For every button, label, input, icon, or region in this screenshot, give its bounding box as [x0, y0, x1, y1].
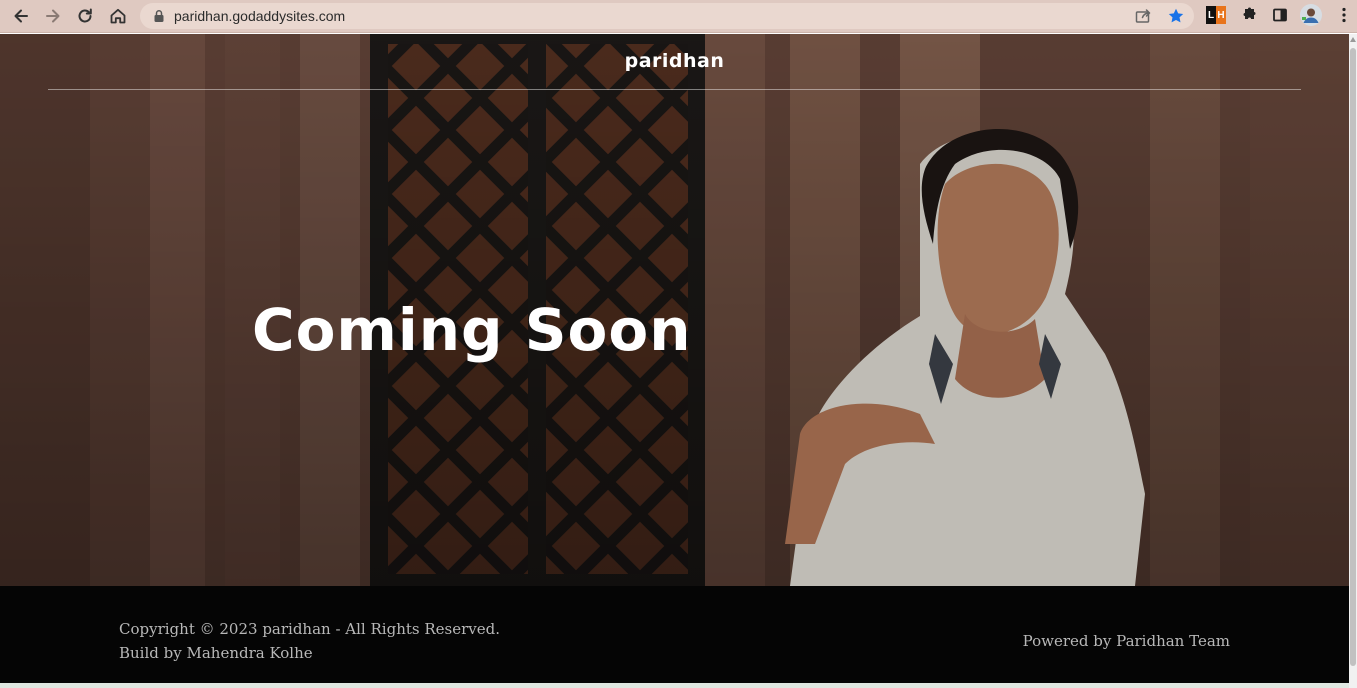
site-title[interactable]: paridhan: [0, 50, 1349, 72]
share-icon[interactable]: [1134, 7, 1152, 25]
kebab-menu-icon[interactable]: [1333, 4, 1355, 26]
bottom-edge: [0, 683, 1349, 688]
build-credit-text: Build by Mahendra Kolhe: [119, 644, 313, 662]
lock-icon[interactable]: [152, 9, 166, 23]
coming-soon-heading: Coming Soon: [252, 296, 692, 364]
page-scrollbar[interactable]: [1349, 34, 1357, 688]
reload-button[interactable]: [71, 3, 99, 29]
forward-arrow-icon: [46, 9, 60, 23]
web-page: paridhan Coming Soon Copyright © 2023 pa…: [0, 34, 1349, 688]
back-button[interactable]: [7, 3, 35, 29]
url-text[interactable]: paridhan.godaddysites.com: [174, 3, 345, 29]
hero-section: paridhan Coming Soon: [0, 34, 1349, 586]
profile-avatar[interactable]: [1300, 4, 1322, 26]
forward-button[interactable]: [39, 3, 67, 29]
address-bar[interactable]: paridhan.godaddysites.com: [140, 3, 1194, 29]
header-divider: [48, 89, 1301, 90]
star-icon[interactable]: [1167, 7, 1185, 25]
back-arrow-icon: [14, 9, 28, 23]
reload-icon: [78, 8, 92, 23]
footer: Copyright © 2023 paridhan - All Rights R…: [0, 586, 1349, 683]
browser-toolbar: paridhan.godaddysites.com L H: [0, 0, 1357, 33]
home-icon: [110, 8, 126, 24]
home-button[interactable]: [104, 3, 132, 29]
scroll-thumb[interactable]: [1350, 48, 1356, 666]
side-panel-icon[interactable]: [1269, 4, 1291, 26]
powered-by-text: Powered by Paridhan Team: [1022, 632, 1230, 650]
lighthouse-extension-icon[interactable]: L H: [1205, 4, 1227, 26]
scroll-up-arrow-icon[interactable]: [1350, 37, 1356, 42]
puzzle-icon[interactable]: [1237, 4, 1259, 26]
copyright-text: Copyright © 2023 paridhan - All Rights R…: [119, 620, 500, 638]
